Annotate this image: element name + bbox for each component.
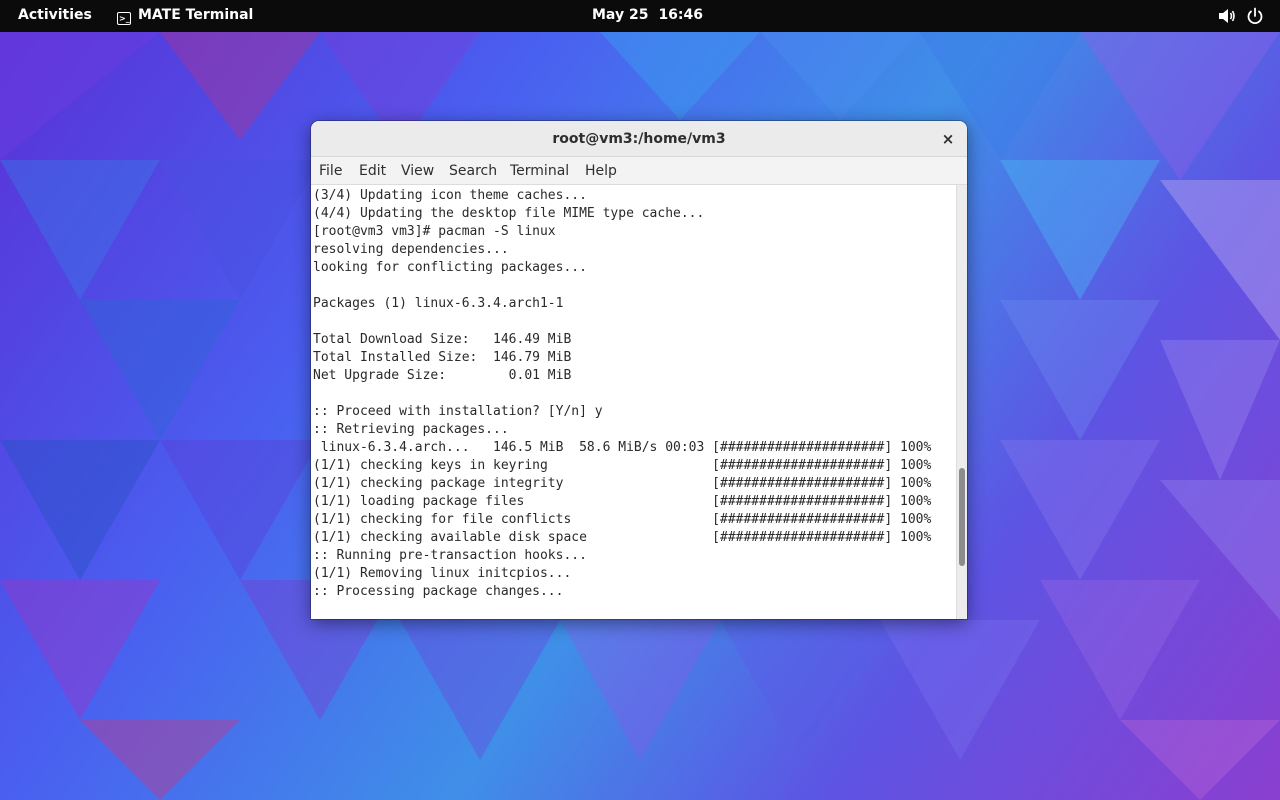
menu-edit[interactable]: Edit — [359, 163, 386, 179]
window-title: root@vm3:/home/vm3 — [552, 131, 726, 147]
terminal-line: (1/1) checking package integrity [######… — [313, 476, 932, 491]
terminal-line: (1/1) loading package files [###########… — [313, 494, 932, 509]
activities-button[interactable]: Activities — [18, 7, 92, 23]
terminal-line: :: Proceed with installation? [Y/n] y — [313, 404, 603, 419]
volume-icon[interactable] — [1218, 8, 1236, 24]
terminal-window: root@vm3:/home/vm3 × File Edit View Sear… — [311, 121, 967, 619]
terminal-line: Net Upgrade Size: 0.01 MiB — [313, 368, 572, 383]
terminal-line: resolving dependencies... — [313, 242, 509, 257]
menu-file[interactable]: File — [319, 163, 342, 179]
close-icon[interactable]: × — [939, 130, 957, 148]
terminal-line: :: Running pre-transaction hooks... — [313, 548, 587, 563]
menu-terminal[interactable]: Terminal — [510, 163, 569, 179]
clock-button[interactable]: May 25 16:46 — [592, 7, 703, 23]
window-titlebar[interactable]: root@vm3:/home/vm3 × — [311, 121, 967, 157]
clock-time: 16:46 — [658, 7, 704, 23]
menu-view[interactable]: View — [401, 163, 434, 179]
terminal-line: (1/1) checking available disk space [###… — [313, 530, 932, 545]
terminal-line: looking for conflicting packages... — [313, 260, 587, 275]
app-menu-label: MATE Terminal — [138, 7, 254, 23]
terminal-line: Packages (1) linux-6.3.4.arch1-1 — [313, 296, 564, 311]
scrollbar-thumb[interactable] — [959, 468, 965, 566]
power-icon[interactable] — [1246, 7, 1264, 25]
terminal-app-icon: >_ — [117, 12, 131, 25]
terminal-line: (3/4) Updating icon theme caches... — [313, 188, 587, 203]
terminal-scrollbar[interactable] — [956, 185, 967, 619]
terminal-line: :: Processing package changes... — [313, 584, 564, 599]
terminal-output-area[interactable]: (3/4) Updating icon theme caches... (4/4… — [311, 185, 956, 619]
app-menu-button[interactable]: >_ MATE Terminal — [117, 7, 254, 25]
terminal-line: linux-6.3.4.arch... 146.5 MiB 58.6 MiB/s… — [313, 440, 932, 455]
terminal-output-text: (3/4) Updating icon theme caches... (4/4… — [313, 187, 931, 601]
menu-help[interactable]: Help — [585, 163, 617, 179]
clock-date: May 25 — [592, 7, 649, 23]
menu-search[interactable]: Search — [449, 163, 497, 179]
terminal-line: (1/1) checking keys in keyring [########… — [313, 458, 932, 473]
terminal-line: (4/4) Updating the desktop file MIME typ… — [313, 206, 705, 221]
terminal-line: (1/1) checking for file conflicts [#####… — [313, 512, 932, 527]
terminal-line: (1/1) Removing linux initcpios... — [313, 566, 572, 581]
menu-bar: File Edit View Search Terminal Help — [311, 157, 967, 185]
terminal-line: [root@vm3 vm3]# pacman -S linux — [313, 224, 556, 239]
terminal-line: :: Retrieving packages... — [313, 422, 509, 437]
terminal-line: Total Installed Size: 146.79 MiB — [313, 350, 572, 365]
top-bar: Activities >_ MATE Terminal May 25 16:46 — [0, 0, 1280, 32]
terminal-line: Total Download Size: 146.49 MiB — [313, 332, 572, 347]
